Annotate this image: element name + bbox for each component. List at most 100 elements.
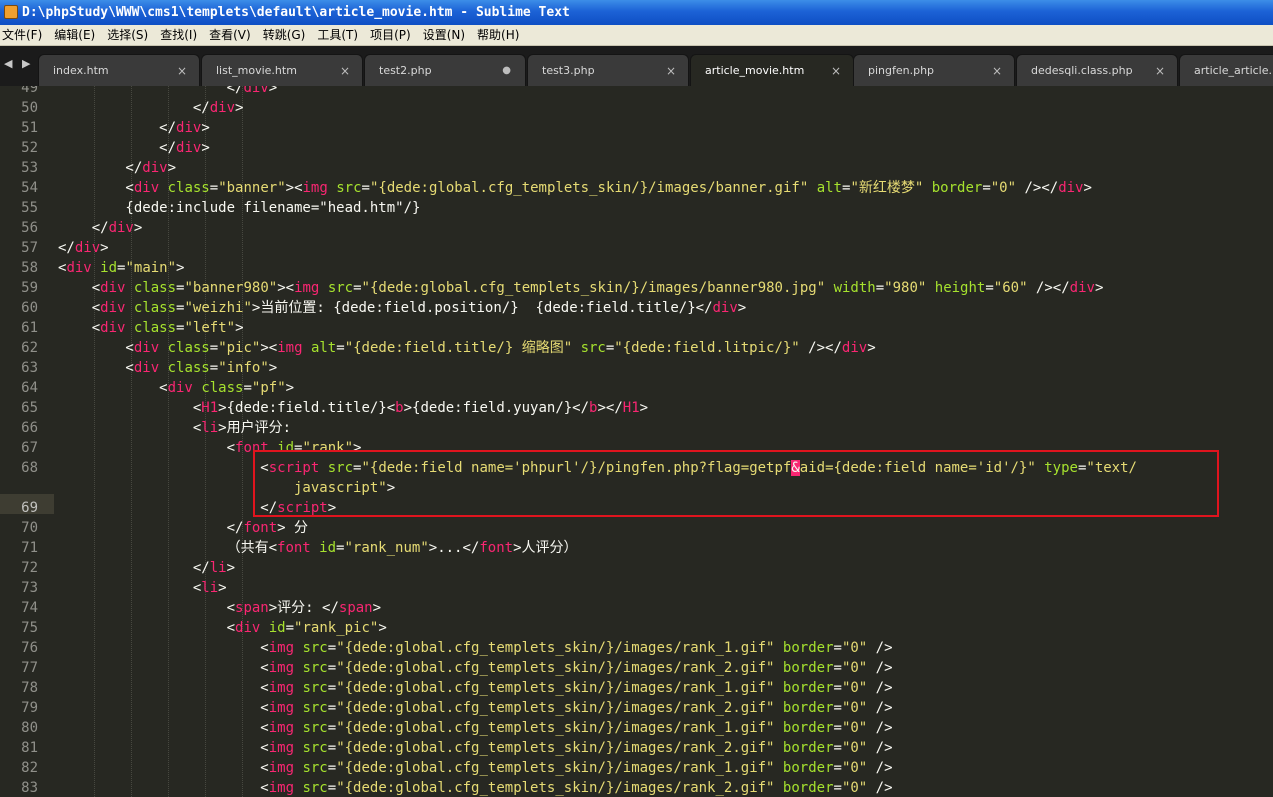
code-token: div <box>841 340 868 356</box>
close-icon[interactable]: × <box>340 55 350 86</box>
close-icon[interactable]: × <box>1155 55 1165 86</box>
tab-dedesqli-class-php[interactable]: dedesqli.class.php × <box>1016 54 1178 86</box>
code-line[interactable]: </div> <box>58 118 210 138</box>
code-token: div <box>100 300 126 316</box>
code-line[interactable]: </div> <box>58 86 278 98</box>
menu-item-7[interactable]: 项目(P) <box>364 25 417 46</box>
menu-item-5[interactable]: 转跳(G) <box>257 25 312 46</box>
code-line[interactable]: <span>评分: </span> <box>58 598 381 618</box>
code-token: < <box>58 740 269 756</box>
code-line[interactable]: <img src="{dede:global.cfg_templets_skin… <box>58 658 892 678</box>
tab-article-movie-htm[interactable]: article_movie.htm × <box>690 54 854 86</box>
code-token: = <box>336 340 345 356</box>
menu-item-3[interactable]: 查找(I) <box>154 25 203 46</box>
code-line[interactable]: </div> <box>58 238 109 258</box>
tab-scroll-arrows-icon[interactable]: ◀ ▶ <box>0 46 34 86</box>
tab-test3-php[interactable]: test3.php × <box>527 54 689 86</box>
code-line[interactable]: {dede:include filename="head.htm"/} <box>58 198 420 218</box>
tab-index-htm[interactable]: index.htm × <box>38 54 200 86</box>
code-line[interactable]: </div> <box>58 158 176 178</box>
code-editor[interactable]: 49 50 51 52 53 54 55 56 57 58 59 60 61 62 63 64 65 66 67 68… <box>0 86 1273 797</box>
code-token: li <box>209 560 227 576</box>
menu-item-9[interactable]: 帮助(H) <box>471 25 525 46</box>
code-line[interactable]: </div> <box>58 98 244 118</box>
code-token: </ <box>58 140 177 156</box>
code-line[interactable]: <div class="banner980"><img src="{dede:g… <box>58 278 1104 298</box>
code-token: > <box>277 280 286 296</box>
code-line[interactable]: <img src="{dede:global.cfg_templets_skin… <box>58 778 892 797</box>
code-token: border <box>931 180 983 196</box>
code-line[interactable]: （共有<font id="rank_num">...</font>人评分） <box>58 538 578 558</box>
code-line[interactable]: <li> <box>58 578 227 598</box>
code-line[interactable]: </div> <box>58 138 210 158</box>
code-token: img <box>294 280 320 296</box>
line-number: 64 <box>21 380 38 396</box>
close-icon[interactable]: × <box>992 55 1002 86</box>
code-token: >用户评分: <box>218 420 292 436</box>
code-token: = <box>209 180 219 196</box>
code-token: font <box>243 520 278 536</box>
unsaved-dot-icon[interactable]: ● <box>502 55 511 86</box>
code-token: span <box>235 600 269 616</box>
code-token: "980" <box>884 280 927 296</box>
code-line[interactable]: <div class="info"> <box>58 358 277 378</box>
code-token: "{dede:global.cfg_templets_skin/}/images… <box>336 700 775 716</box>
menu-item-1[interactable]: 编辑(E) <box>48 25 101 46</box>
code-token: H1 <box>622 400 640 416</box>
code-token: font <box>479 540 514 556</box>
tab-pingfen-php[interactable]: pingfen.php × <box>853 54 1015 86</box>
code-line[interactable]: <H1>{dede:field.title/}<b>{dede:field.yu… <box>58 398 648 418</box>
code-line[interactable]: <img src="{dede:global.cfg_templets_skin… <box>58 758 892 778</box>
code-line[interactable]: <div class="pf"> <box>58 378 294 398</box>
tab-list-movie-htm[interactable]: list_movie.htm × <box>201 54 363 86</box>
window-title-bar[interactable]: D:\phpStudy\WWW\cms1\templets\default\ar… <box>0 0 1273 25</box>
code-line[interactable]: <img src="{dede:global.cfg_templets_skin… <box>58 698 892 718</box>
code-token: div <box>176 140 202 156</box>
code-line[interactable]: <div class="left"> <box>58 318 244 338</box>
code-token: > <box>201 140 210 156</box>
line-number: 49 <box>21 86 38 96</box>
code-token: img <box>268 780 295 796</box>
code-token: /> <box>867 640 893 656</box>
close-icon[interactable]: × <box>831 55 841 86</box>
menu-item-4[interactable]: 查看(V) <box>203 25 257 46</box>
menu-item-2[interactable]: 选择(S) <box>101 25 154 46</box>
code-token: "{dede:global.cfg_templets_skin/}/images… <box>361 280 826 296</box>
code-line[interactable]: <img src="{dede:global.cfg_templets_skin… <box>58 638 893 658</box>
tab-article-article-ht[interactable]: article_article.ht <box>1179 54 1273 86</box>
tab-test2-php[interactable]: test2.php ● <box>364 54 526 86</box>
code-token: = <box>985 280 994 296</box>
code-token: </ <box>58 120 177 136</box>
line-number: 56 <box>21 220 38 236</box>
code-token: < <box>58 700 269 716</box>
menu-item-8[interactable]: 设置(N) <box>417 25 471 46</box>
line-number: 63 <box>21 360 38 376</box>
code-token: "weizhi" <box>184 300 252 316</box>
line-number: 82 <box>21 760 38 776</box>
close-icon[interactable]: × <box>666 55 676 86</box>
menu-item-6[interactable]: 工具(T) <box>311 25 364 46</box>
code-line[interactable]: <div class="banner"><img src="{dede:glob… <box>58 178 1092 198</box>
code-token: < <box>58 620 236 636</box>
code-token: /> <box>867 680 893 696</box>
line-number: 70 <box>21 520 38 536</box>
code-line[interactable]: </div> <box>58 218 143 238</box>
code-line[interactable]: <div id="rank_pic"> <box>58 618 387 638</box>
code-token: > <box>737 300 747 316</box>
code-line[interactable]: </font> 分 <box>58 518 308 538</box>
code-token: "0" <box>841 740 868 756</box>
close-icon[interactable]: × <box>177 55 187 86</box>
code-token: border <box>782 700 834 716</box>
code-line[interactable]: <img src="{dede:global.cfg_templets_skin… <box>58 738 892 758</box>
code-line[interactable]: <img src="{dede:global.cfg_templets_skin… <box>58 678 893 698</box>
code-line[interactable]: <div class="pic"><img alt="{dede:field.t… <box>58 338 875 358</box>
code-line[interactable]: <img src="{dede:global.cfg_templets_skin… <box>58 718 892 738</box>
code-line[interactable]: <div id="main"> <box>58 258 184 278</box>
code-line[interactable]: <div class="weizhi">当前位置: {dede:field.po… <box>58 298 747 318</box>
line-number: 52 <box>21 140 38 156</box>
menu-item-0[interactable]: 文件(F) <box>0 25 48 46</box>
code-line[interactable]: </li> <box>58 558 235 578</box>
code-line[interactable]: <li>用户评分: <box>58 418 291 438</box>
